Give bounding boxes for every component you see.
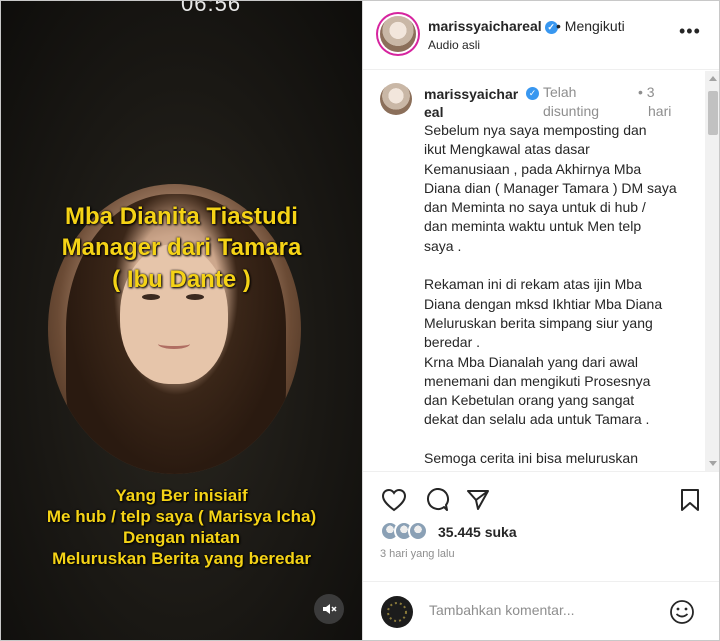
overlay-sub-line-1: Yang Ber inisiaif: [115, 486, 248, 505]
audio-link[interactable]: Audio asli: [428, 38, 480, 52]
instagram-post-window: 06:56 Mba Dianita Tiastudi Manager dari …: [0, 0, 720, 641]
share-paper-plane-icon[interactable]: [466, 488, 490, 512]
edited-label: Telah disunting: [543, 84, 600, 119]
add-comment-bar: Tambahkan komentar...: [363, 581, 719, 640]
post-actions: 35.445 suka 3 hari yang lalu: [363, 471, 719, 591]
overlay-sub-line-3: Dengan niatan: [122, 528, 241, 547]
caption-author-avatar[interactable]: [380, 83, 412, 115]
caption-area: marissyaichar eal ✓ Telah disunting • 3 …: [363, 71, 703, 471]
comment-input[interactable]: Tambahkan komentar...: [429, 602, 575, 618]
post-header: marissyaichareal ✓ • Mengikuti Audio asli…: [363, 1, 719, 70]
following-status[interactable]: • Mengikuti: [556, 18, 625, 34]
caption-text: Sebelum nya saya memposting dan ikut Men…: [424, 122, 677, 467]
commenter-avatar-icon: [381, 596, 413, 628]
overlay-sub-line-4: Meluruskan Berita yang beredar: [52, 549, 311, 568]
post-side-panel: marissyaichareal ✓ • Mengikuti Audio asli…: [362, 1, 719, 640]
liker-avatars[interactable]: [380, 521, 440, 541]
overlay-sub-line-2: Me hub / telp saya ( Marisya Icha): [46, 507, 317, 526]
author-username-text[interactable]: marissyaichareal: [428, 18, 542, 34]
reel-video[interactable]: 06:56 Mba Dianita Tiastudi Manager dari …: [1, 1, 362, 640]
save-bookmark-icon[interactable]: [679, 488, 701, 512]
muted-speaker-icon: [323, 604, 337, 614]
like-heart-icon[interactable]: [381, 488, 407, 512]
overlay-title-line-3: ( Ibu Dante ): [112, 266, 251, 293]
caption-author-username[interactable]: marissyaichar eal: [424, 85, 518, 121]
comment-bubble-icon[interactable]: [424, 488, 450, 512]
scroll-up-arrow-icon[interactable]: [709, 76, 717, 81]
caption-verified-badge-icon: ✓: [526, 87, 539, 100]
scrollbar-thumb[interactable]: [708, 91, 718, 135]
overlay-title-line-1: Mba Dianita Tiastudi: [65, 203, 298, 230]
more-options-icon[interactable]: •••: [679, 21, 701, 42]
overlay-title-line-2: Manager dari Tamara: [61, 234, 302, 261]
post-date[interactable]: 3 hari yang lalu: [380, 548, 455, 560]
mute-button[interactable]: [314, 594, 344, 624]
author-avatar[interactable]: [380, 16, 416, 52]
like-count[interactable]: 35.445 suka: [438, 524, 517, 540]
emoji-icon[interactable]: [669, 599, 695, 625]
author-username[interactable]: marissyaichareal ✓: [428, 18, 558, 34]
scroll-down-arrow-icon[interactable]: [709, 461, 717, 466]
video-clock-text: 06:56: [181, 1, 242, 16]
caption-time: • 3 hari: [638, 84, 672, 119]
caption-scrollbar[interactable]: [705, 71, 719, 471]
liker-avatar: [408, 521, 428, 541]
